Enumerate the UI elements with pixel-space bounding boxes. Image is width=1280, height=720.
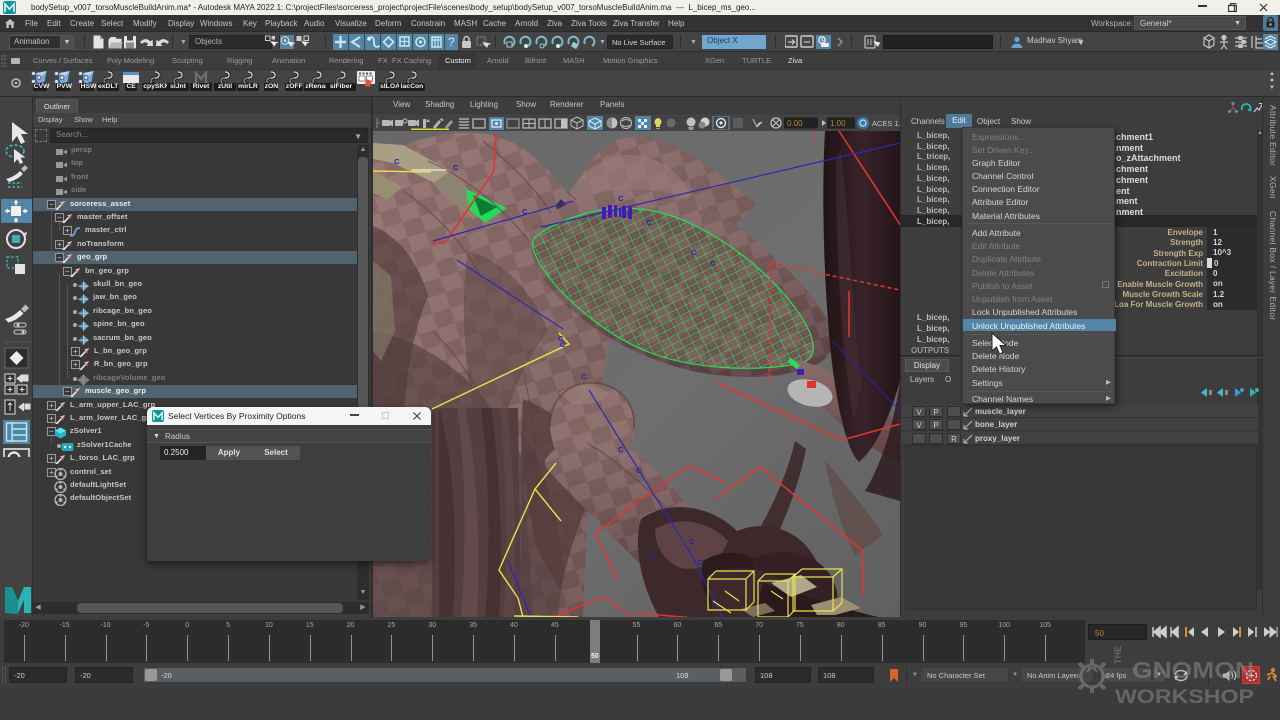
svg-text:C: C	[636, 466, 642, 475]
svg-text:C: C	[710, 259, 716, 268]
svg-text:C: C	[689, 537, 695, 546]
svg-text:C: C	[581, 372, 587, 381]
svg-text:ACES 1.0 SDR-v: ACES 1.0 SDR-v	[872, 119, 900, 128]
svg-text:C: C	[646, 218, 652, 227]
svg-text:C: C	[558, 199, 564, 208]
svg-text:C: C	[698, 558, 704, 567]
svg-text:C: C	[522, 207, 528, 216]
svg-text:C: C	[560, 340, 566, 349]
svg-text:C: C	[453, 163, 459, 172]
svg-text:C: C	[651, 552, 657, 561]
svg-text:C: C	[394, 157, 400, 166]
svg-text:?: ?	[448, 35, 455, 49]
svg-text:THE: THE	[1113, 646, 1123, 664]
svg-text:0.00: 0.00	[787, 119, 803, 128]
svg-text:GNOMON: GNOMON	[1132, 657, 1254, 683]
svg-text:WORKSHOP: WORKSHOP	[1115, 687, 1254, 708]
svg-text:C: C	[618, 194, 624, 203]
svg-text:C: C	[691, 248, 697, 257]
svg-text:C: C	[618, 445, 624, 454]
svg-text:1.00: 1.00	[830, 119, 846, 128]
